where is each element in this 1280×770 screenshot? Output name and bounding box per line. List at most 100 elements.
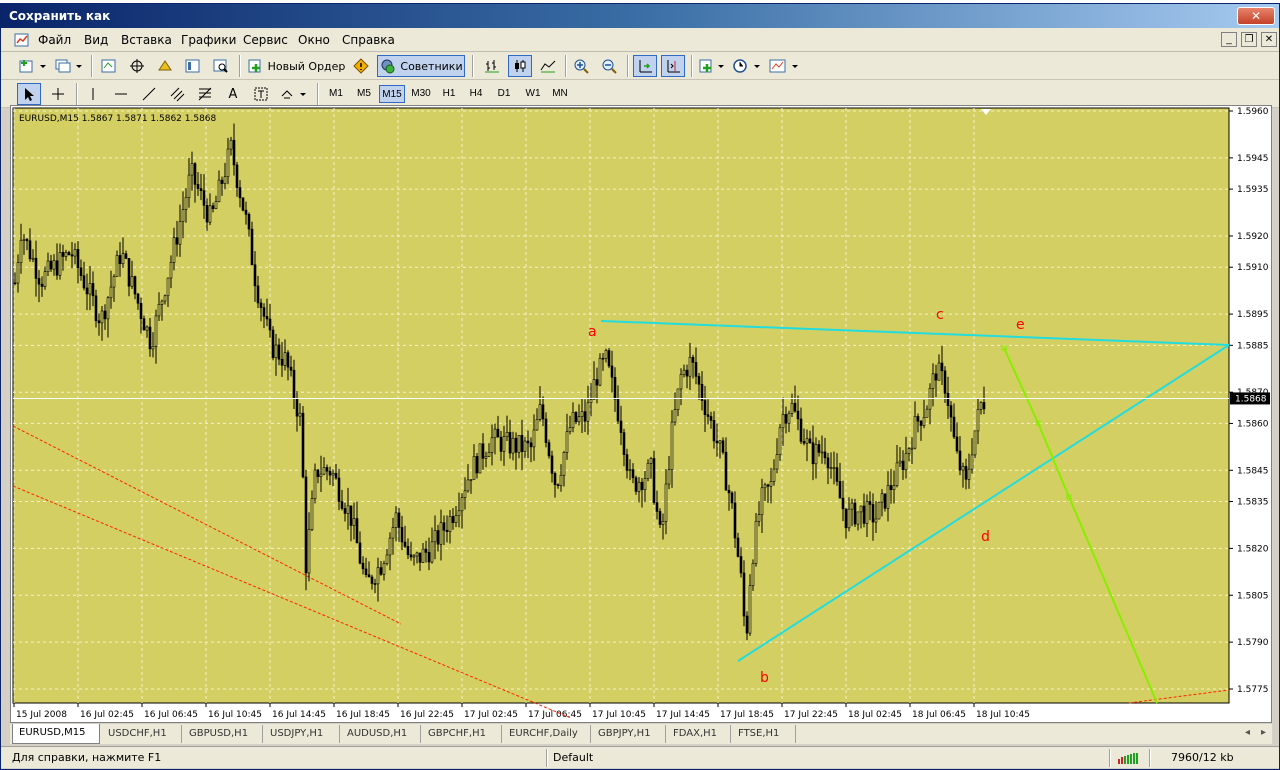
zoom-in-button[interactable]: [571, 55, 593, 77]
candle-body: [163, 295, 167, 302]
candle-body: [172, 237, 176, 263]
chart-shift-button[interactable]: [661, 55, 685, 77]
candle-body: [802, 441, 806, 444]
candle-body: [910, 447, 914, 450]
candle-body: [793, 402, 797, 412]
indicators-button[interactable]: [697, 55, 727, 77]
candle-body: [523, 440, 527, 452]
candle-body: [46, 260, 50, 272]
text-label-button[interactable]: [249, 83, 273, 105]
timeframe-w1[interactable]: W1: [521, 85, 545, 103]
mdi-minimize-button[interactable]: _: [1221, 32, 1237, 47]
candle-body: [916, 416, 920, 422]
menu-tools[interactable]: Сервис: [243, 33, 288, 47]
timeframe-m1[interactable]: M1: [325, 85, 347, 103]
arrows-button[interactable]: [277, 83, 311, 105]
candle-body: [400, 527, 404, 543]
candle-body: [649, 458, 653, 464]
tab-ftse-h1[interactable]: FTSE,H1: [732, 725, 796, 743]
candle-body: [826, 457, 830, 469]
line-chart-button[interactable]: [536, 55, 560, 77]
tab-scroll-left-icon[interactable]: ◂: [1245, 727, 1250, 738]
profiles-button[interactable]: [53, 55, 85, 77]
candle-body: [724, 451, 728, 491]
menu-insert[interactable]: Вставка: [121, 33, 172, 47]
candle-body: [901, 460, 905, 471]
app-chart-icon[interactable]: [14, 32, 30, 48]
trendline-icon: [142, 87, 156, 101]
standard-toolbar: Новый Ордер Советники: [1, 52, 1279, 80]
candle-body: [253, 264, 257, 287]
cursor-tool-button[interactable]: [17, 83, 41, 105]
tab-gbpjpy-h1[interactable]: GBPJPY,H1: [592, 725, 666, 743]
candle-body: [652, 458, 656, 503]
mdi-restore-button[interactable]: ❐: [1241, 32, 1257, 47]
new-chart-button[interactable]: [17, 55, 49, 77]
price-chart[interactable]: 1.5960 1.5945 1.5935 1.5920 1.5910 1.5895 1.58…: [11, 106, 1271, 722]
candle-body: [169, 262, 173, 279]
candle-body: [784, 414, 788, 424]
tab-usdchf-h1[interactable]: USDCHF,H1: [102, 725, 182, 743]
crosshair-tool-icon: [52, 88, 64, 100]
mdi-close-button[interactable]: ✕: [1261, 32, 1277, 47]
trendline-button[interactable]: [137, 83, 161, 105]
tab-fdax-h1[interactable]: FDAX,H1: [667, 725, 731, 743]
candle-body: [790, 402, 794, 414]
menu-help[interactable]: Справка: [342, 33, 395, 47]
close-button[interactable]: ✕: [1237, 7, 1275, 25]
navigator-button[interactable]: [154, 55, 176, 77]
timeframe-h1[interactable]: H1: [438, 85, 460, 103]
candle-body: [550, 455, 554, 474]
candle-body: [514, 437, 518, 453]
auto-scroll-button[interactable]: [633, 55, 657, 77]
tab-scroll-right-icon[interactable]: ▸: [1261, 727, 1266, 738]
timeframe-m15[interactable]: M15: [379, 85, 405, 103]
fibonacci-button[interactable]: [193, 83, 217, 105]
tab-gbpchf-h1[interactable]: GBPCHF,H1: [422, 725, 502, 743]
new-order-button[interactable]: Новый Ордер: [246, 55, 346, 77]
expert-advisors-button[interactable]: Советники: [377, 55, 465, 77]
price-tick-label: 1.5860: [1237, 419, 1269, 429]
menu-file[interactable]: Файл: [38, 33, 71, 47]
candle-body: [682, 369, 686, 375]
timeframe-mn[interactable]: MN: [549, 85, 571, 103]
candle-body: [118, 255, 122, 264]
timeframe-h4[interactable]: H4: [465, 85, 487, 103]
menu-window[interactable]: Окно: [298, 33, 330, 47]
equidistant-channel-button[interactable]: [165, 83, 189, 105]
menu-charts[interactable]: Графики: [181, 33, 236, 47]
magnifier-icon: [213, 59, 228, 73]
tab-eurusd-m15[interactable]: EURUSD,M15: [12, 724, 100, 744]
crosshair-tool-button[interactable]: [46, 83, 70, 105]
menu-view[interactable]: Вид: [84, 33, 108, 47]
tester-button[interactable]: [210, 55, 232, 77]
terminal-button[interactable]: [182, 55, 204, 77]
candlestick-chart-button[interactable]: [508, 55, 532, 77]
bar-chart-button[interactable]: [480, 55, 504, 77]
navigator-icon: [158, 60, 172, 71]
candle-body: [358, 542, 362, 564]
candle-body: [847, 508, 851, 529]
vertical-line-button[interactable]: [81, 83, 105, 105]
horizontal-line-button[interactable]: [109, 83, 133, 105]
text-tool-button[interactable]: A: [221, 83, 245, 105]
metaeditor-button[interactable]: [350, 55, 372, 77]
cursor-icon: [25, 88, 34, 101]
time-tick-label: 16 Jul 06:45: [144, 710, 198, 720]
zoom-out-button[interactable]: [599, 55, 621, 77]
timeframe-m5[interactable]: M5: [353, 85, 375, 103]
candle-body: [19, 239, 23, 263]
chart-window[interactable]: 1.5960 1.5945 1.5935 1.5920 1.5910 1.5895 1.58…: [10, 105, 1272, 723]
timeframe-m30[interactable]: M30: [408, 85, 434, 103]
periodicity-button[interactable]: [731, 55, 763, 77]
candle-body: [709, 416, 713, 421]
tab-eurchf-daily[interactable]: EURCHF,Daily: [503, 725, 591, 743]
market-watch-button[interactable]: [98, 55, 120, 77]
tab-audusd-h1[interactable]: AUDUSD,H1: [341, 725, 421, 743]
templates-button[interactable]: [767, 55, 801, 77]
tab-usdjpy-h1[interactable]: USDJPY,H1: [264, 725, 340, 743]
tab-gbpusd-h1[interactable]: GBPUSD,H1: [183, 725, 263, 743]
data-window-button[interactable]: [126, 55, 148, 77]
arrows-icon: [281, 90, 306, 99]
timeframe-d1[interactable]: D1: [493, 85, 515, 103]
